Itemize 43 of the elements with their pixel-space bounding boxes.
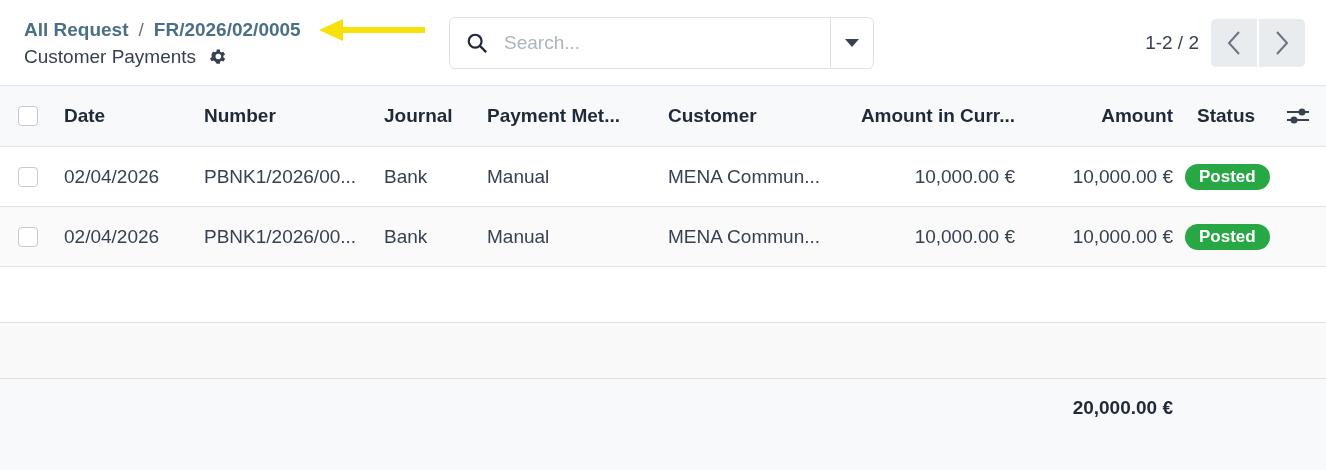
column-header[interactable]: Amount <box>1027 105 1185 127</box>
chevron-right-icon <box>1275 29 1289 56</box>
column-header[interactable]: Status <box>1185 105 1270 127</box>
chevron-left-icon <box>1227 29 1241 56</box>
table-cell-text: 10,000.00 € <box>1071 165 1174 188</box>
table-cell-text: 10,000.00 € <box>1071 225 1174 248</box>
select-all-checkbox[interactable] <box>18 106 38 126</box>
total-amount: 20,000.00 € <box>1071 397 1174 419</box>
table-cell-text: 10,000.00 € <box>913 225 1016 248</box>
column-header[interactable]: Payment Met... <box>475 105 656 127</box>
status-badge: Posted <box>1185 223 1270 250</box>
table-cell-text: PBNK1/2026/00... <box>203 225 358 248</box>
table-cell-text: 02/04/2026 <box>63 165 161 188</box>
next-button[interactable] <box>1259 18 1305 67</box>
column-header[interactable]: Date <box>52 105 192 127</box>
table-cell-text: MENA Commun... <box>667 225 822 248</box>
settings-icon[interactable] <box>208 47 228 66</box>
caret-icon <box>845 38 859 47</box>
search-icon <box>466 31 488 54</box>
table-cell-text: Manual <box>486 165 551 188</box>
sliders-icon[interactable] <box>1287 106 1309 126</box>
breadcrumb-link[interactable]: All Request <box>24 18 129 41</box>
breadcrumb-separator: / <box>138 18 144 41</box>
previous-button[interactable] <box>1211 18 1257 67</box>
table-cell-text: MENA Commun... <box>667 165 822 188</box>
table-cell-text: Bank <box>383 225 429 248</box>
breadcrumb-link[interactable]: FR/2026/02/0005 <box>153 18 301 41</box>
table-cell-text: PBNK1/2026/00... <box>203 165 358 188</box>
row-checkbox[interactable] <box>18 226 38 247</box>
page-title: Customer Payments <box>24 45 197 68</box>
search-bar[interactable]: Search... <box>449 16 874 69</box>
status-badge: Posted <box>1185 163 1270 190</box>
table-cell-text: 02/04/2026 <box>63 225 161 248</box>
row-checkbox[interactable] <box>18 166 38 187</box>
search-field[interactable]: Search... <box>502 30 830 55</box>
column-header[interactable]: Number <box>192 105 372 127</box>
column-header[interactable]: Journal <box>372 105 475 127</box>
table-cell-text: Manual <box>486 225 551 248</box>
pager-range: 1-2 / 2 <box>1145 31 1199 54</box>
column-header[interactable]: Amount in Curr... <box>836 105 1027 127</box>
table-cell-text: Bank <box>383 165 429 188</box>
table-cell-text: 10,000.00 € <box>913 165 1016 188</box>
column-header[interactable]: Customer <box>656 105 836 127</box>
